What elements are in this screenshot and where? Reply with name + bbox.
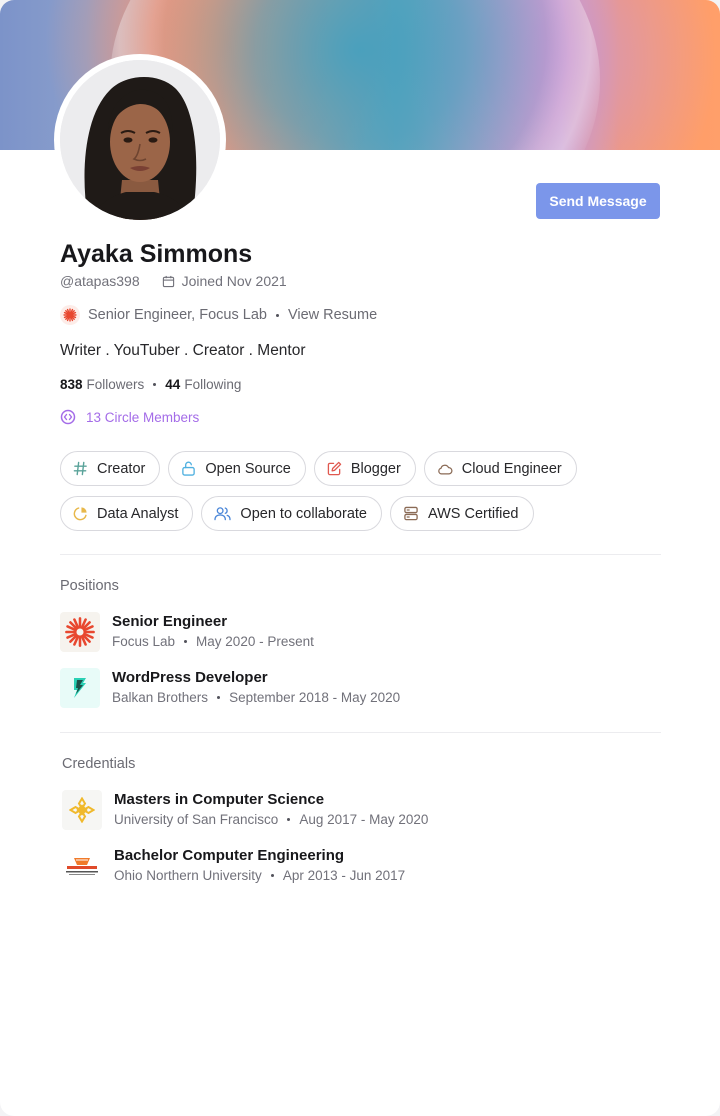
profile-card: Send Message Ayaka Simmons @atapas398 Jo… — [0, 0, 720, 1116]
avatar-portrait — [60, 60, 220, 220]
position-org: Balkan Brothers — [112, 690, 209, 705]
tag-label: Creator — [97, 460, 146, 477]
circle-members-link[interactable]: 13 Circle Members — [60, 409, 199, 425]
following-count: 44 — [165, 377, 181, 392]
pie-chart-icon — [73, 506, 88, 521]
current-job: Senior Engineer, Focus Lab View Resume — [60, 304, 377, 326]
tag-blogger[interactable]: Blogger — [313, 451, 416, 486]
credential-period: Apr 2013 - Jun 2017 — [282, 868, 406, 883]
cloud-icon — [437, 462, 453, 476]
edit-icon — [327, 461, 342, 476]
balkan-brothers-logo — [60, 668, 100, 708]
tag-aws-certified[interactable]: AWS Certified — [389, 496, 534, 531]
profile-meta: @atapas398 Joined Nov 2021 — [60, 272, 287, 290]
tag-open-source[interactable]: Open Source — [168, 451, 306, 486]
divider — [60, 732, 661, 733]
tag-data-analyst[interactable]: Data Analyst — [60, 496, 194, 531]
position-title: Senior Engineer — [112, 613, 228, 630]
focus-lab-logo — [60, 305, 80, 325]
tag-cloud-engineer[interactable]: Cloud Engineer — [423, 451, 577, 486]
separator-dot — [153, 383, 157, 386]
tag-label: Data Analyst — [97, 505, 179, 522]
circle-members-icon — [60, 409, 76, 425]
separator-dot — [275, 313, 279, 317]
position-period: May 2020 - Present — [196, 634, 314, 649]
following-label[interactable]: Following — [184, 377, 241, 392]
follow-stats: 838 Followers 44 Following — [60, 377, 241, 392]
server-icon — [403, 506, 419, 521]
tag-label: Open to collaborate — [240, 505, 367, 522]
send-message-button[interactable]: Send Message — [536, 183, 660, 219]
credential-period: Aug 2017 - May 2020 — [299, 812, 429, 827]
profile-name: Ayaka Simmons — [60, 240, 253, 268]
tag-open-to-collaborate[interactable]: Open to collaborate — [201, 496, 382, 531]
followers-label[interactable]: Followers — [87, 377, 145, 392]
calendar-icon — [162, 275, 175, 288]
separator-dot — [184, 640, 188, 643]
focus-lab-logo — [60, 612, 100, 652]
profile-tagline: Writer . YouTuber . Creator . Mentor — [60, 342, 306, 359]
divider — [60, 554, 661, 555]
avatar[interactable] — [60, 60, 220, 220]
skill-tags: Creator Open Source Blogger Cloud Engine… — [60, 451, 680, 541]
credentials-title: Credentials — [62, 756, 136, 772]
credential-org: University of San Francisco — [114, 812, 279, 827]
users-icon — [214, 506, 232, 521]
credential-title: Masters in Computer Science — [114, 791, 325, 808]
profile-handle: @atapas398 — [60, 273, 140, 289]
joined-date: Joined Nov 2021 — [181, 273, 287, 289]
tag-creator[interactable]: Creator — [60, 451, 161, 486]
job-title: Senior Engineer, Focus Lab — [88, 307, 267, 323]
usf-logo — [62, 790, 102, 830]
followers-count: 838 — [60, 377, 83, 392]
avatar-ring — [54, 54, 226, 226]
credential-org: Ohio Northern University — [114, 868, 262, 883]
position-item[interactable]: WordPress Developer Balkan Brothers Sept… — [60, 668, 400, 708]
position-org: Focus Lab — [112, 634, 176, 649]
circle-members-label: 13 Circle Members — [86, 409, 200, 425]
separator-dot — [287, 818, 291, 821]
hash-icon — [73, 461, 88, 476]
tag-label: Blogger — [350, 460, 401, 477]
onu-logo — [62, 846, 102, 886]
tag-label: Open Source — [205, 460, 291, 477]
credential-title: Bachelor Computer Engineering — [114, 847, 345, 864]
position-period: September 2018 - May 2020 — [229, 690, 401, 705]
credential-item[interactable]: Bachelor Computer Engineering Ohio North… — [62, 846, 405, 886]
separator-dot — [270, 874, 274, 877]
credential-item[interactable]: Masters in Computer Science University o… — [62, 790, 428, 830]
position-item[interactable]: Senior Engineer Focus Lab May 2020 - Pre… — [60, 612, 314, 652]
position-title: WordPress Developer — [112, 669, 268, 686]
positions-title: Positions — [60, 578, 119, 594]
separator-dot — [217, 696, 221, 699]
tag-label: Cloud Engineer — [461, 460, 562, 477]
view-resume-link[interactable]: View Resume — [288, 307, 377, 323]
tag-label: AWS Certified — [427, 505, 519, 522]
unlock-icon — [181, 461, 196, 476]
